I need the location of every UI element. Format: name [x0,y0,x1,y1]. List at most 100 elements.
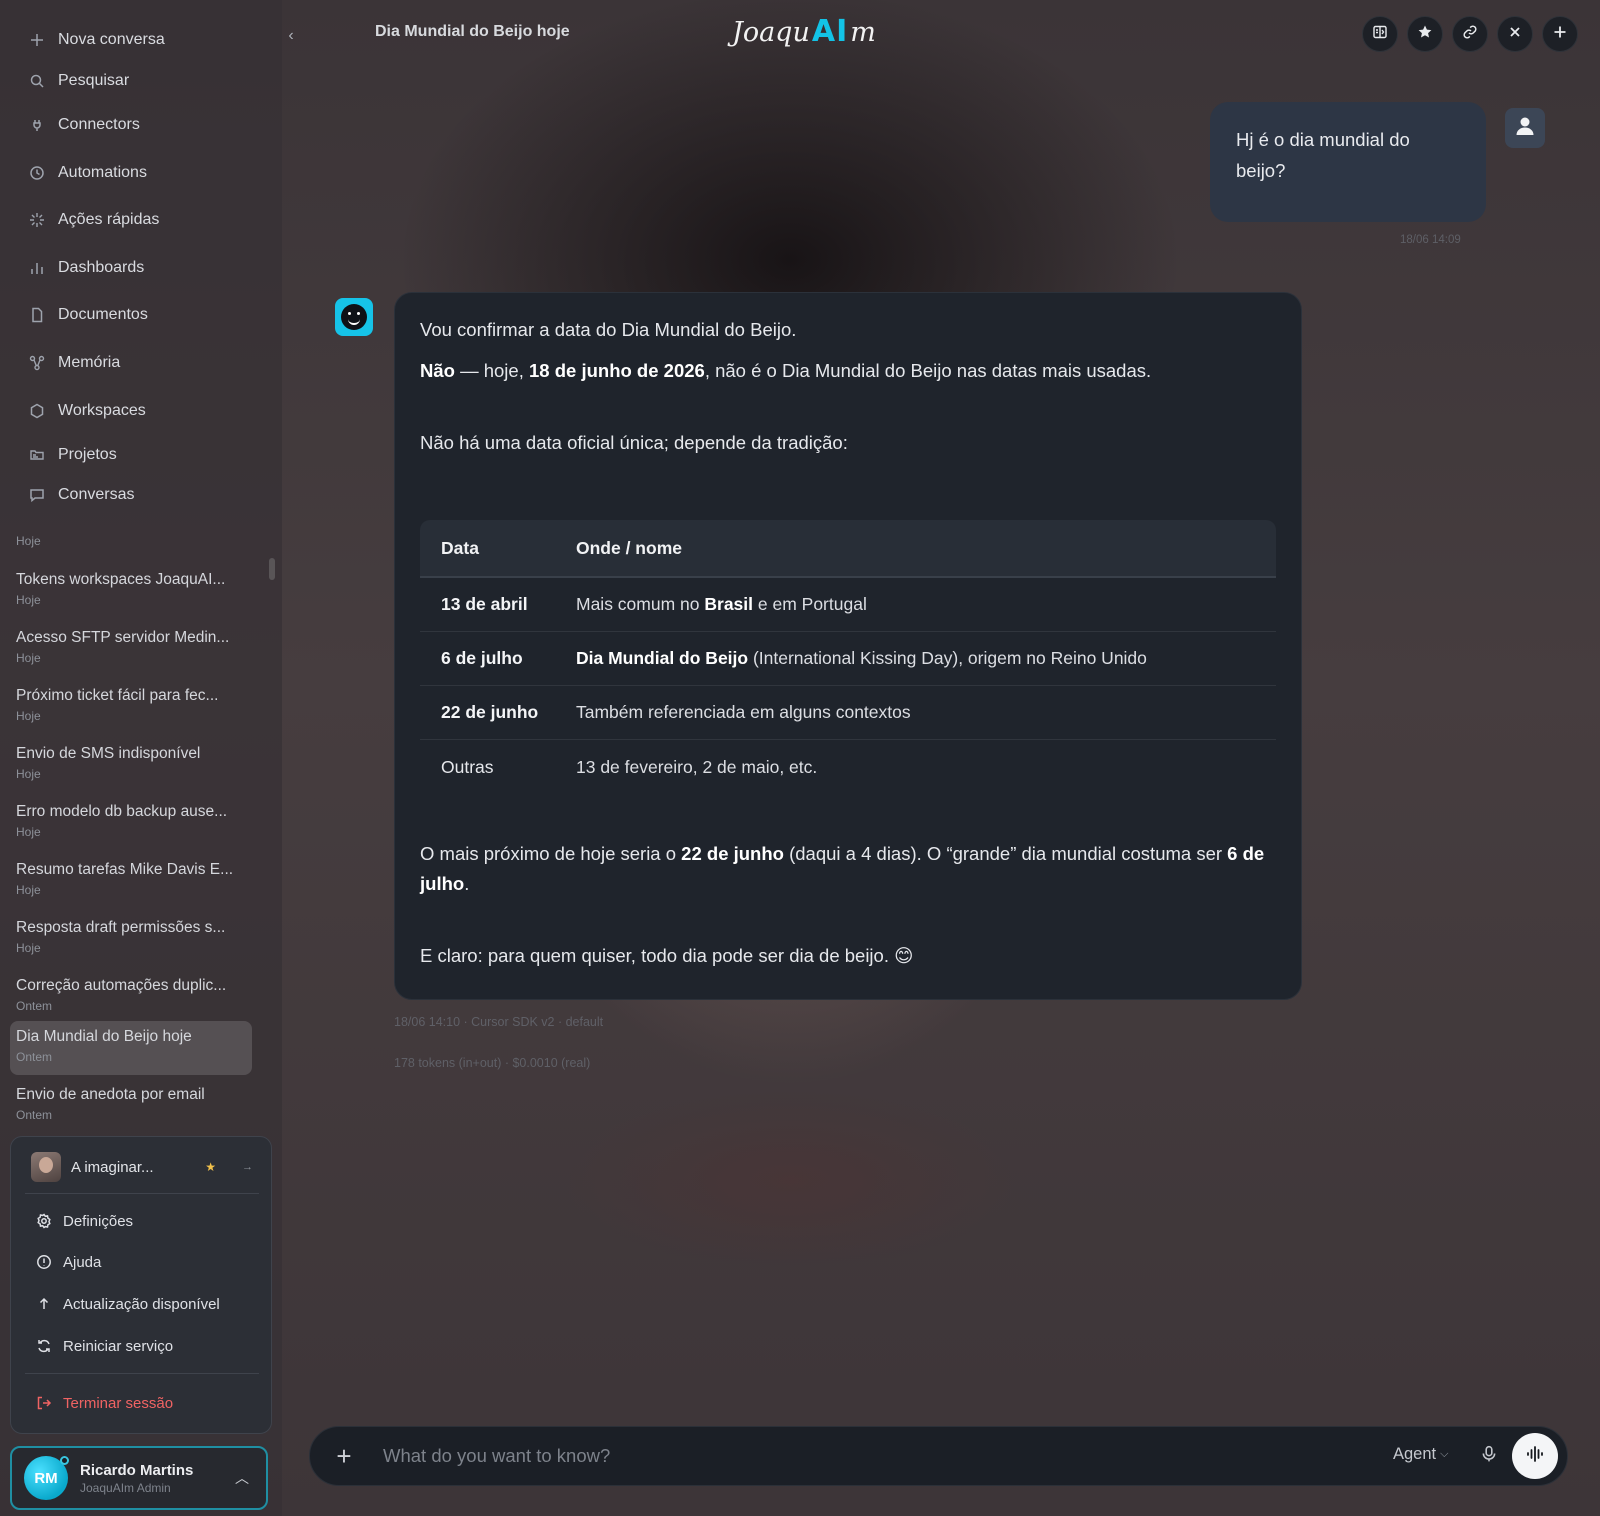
microphone-button[interactable] [1477,1444,1501,1468]
menu-divider [25,1193,259,1194]
section-label-today: Hoje [16,534,41,548]
nav-documents[interactable]: Documentos [28,301,148,329]
user-message-time: 18/06 14:09 [1400,234,1461,246]
dates-table: Data Onde / nome 13 de abril Mais comum … [420,520,1276,794]
nav-conversations[interactable]: Conversas [28,481,134,509]
agent-mode-select[interactable]: Agent ⌵ [1393,1445,1448,1464]
conversation-item[interactable]: Próximo ticket fácil para fec... Hoje [10,680,252,734]
sidebar-scrollbar[interactable] [269,558,275,580]
assistant-closing: E claro: para quem quiser, todo dia pode… [420,945,914,966]
plus-icon [1552,24,1568,45]
nav-dashboards[interactable]: Dashboards [28,254,144,282]
smile-icon [341,304,367,330]
restart-icon [35,1337,53,1355]
avatar: RM [24,1456,69,1500]
nav-automations[interactable]: Automations [28,159,147,187]
logout-icon [35,1394,53,1412]
close-icon [1507,24,1523,45]
menu-help[interactable]: Ajuda [35,1251,101,1273]
split-view-icon [1372,24,1388,45]
page-title: Dia Mundial do Beijo hoje [375,23,570,40]
nav-new-conversation[interactable]: Nova conversa [28,26,165,54]
collapse-sidebar-button[interactable]: ‹ [281,24,301,48]
menu-divider [25,1373,259,1374]
assistant-context: Não há uma data oficial única; depende d… [420,432,848,453]
conversation-item-active[interactable]: Dia Mundial do Beijo hoje Ontem [10,1021,252,1075]
online-indicator [60,1456,69,1465]
plug-icon [28,116,46,134]
share-link-button[interactable] [1452,16,1488,52]
assistant-closest: O mais próximo de hoje seria o 22 de jun… [420,843,1265,894]
chat-input[interactable] [383,1439,1283,1473]
chevron-up-icon[interactable]: ︿ [230,1468,254,1488]
menu-logout[interactable]: Terminar sessão [35,1392,173,1414]
assistant-message: Vou confirmar a data do Dia Mundial do B… [394,292,1302,1000]
assistant-answer: Não — hoje, 18 de junho de 2026, não é o… [420,360,1152,381]
bar-chart-icon [28,259,46,277]
star-icon [1417,24,1433,45]
graph-icon [28,354,46,372]
hexagon-icon [28,402,46,420]
user-info: Ricardo Martins JoaquAIm Admin [80,1462,230,1495]
help-icon [35,1253,53,1271]
plus-icon: + [336,1440,352,1471]
token-usage: 178 tokens (in+out) · $0.0010 (real) [394,1056,591,1070]
user-card[interactable]: RM Ricardo Martins JoaquAIm Admin ︿ [10,1446,268,1510]
table-row: Outras 13 de fevereiro, 2 de maio, etc. [441,756,818,777]
conversation-item[interactable]: Acesso SFTP servidor Medin... Hoje [10,622,252,676]
nav-memory[interactable]: Memória [28,349,120,377]
nav-workspaces[interactable]: Workspaces [28,397,146,425]
message-meta: 18/06 14:10 · Cursor SDK v2 · default [394,1015,604,1029]
settings-icon [35,1212,53,1230]
new-chat-button[interactable] [1542,16,1578,52]
user-avatar [1505,108,1545,148]
conversation-item[interactable]: Envio de anedota por email Ontem [10,1079,252,1133]
split-view-button[interactable] [1362,16,1398,52]
sidebar: Nova conversa Pesquisar Connectors Autom… [0,0,282,1516]
menu-update[interactable]: Actualização disponível [35,1293,220,1315]
nav-quick-actions[interactable]: Ações rápidas [28,206,159,234]
table-row: 13 de abril Mais comum no Brasil e em Po… [420,578,1276,632]
sparkle-icon [28,211,46,229]
user-message: Hj é o dia mundial do beijo? [1210,102,1486,222]
conversation-item[interactable]: Envio de SMS indisponível Hoje [10,738,252,792]
nav-connectors[interactable]: Connectors [28,111,140,139]
conversation-item[interactable]: Tokens workspaces JoaquAI... Hoje [10,564,252,618]
arrow-up-icon [35,1295,53,1313]
chevron-down-icon: ⌵ [1440,1448,1449,1460]
status-avatar [31,1152,61,1182]
menu-settings[interactable]: Definições [35,1210,133,1232]
conversation-item[interactable]: Erro modelo db backup ause... Hoje [10,796,252,850]
table-header: Data Onde / nome [420,520,1276,578]
status-row[interactable]: A imaginar... ★ → [31,1151,253,1183]
microphone-icon [1480,1445,1498,1468]
close-button[interactable] [1497,16,1533,52]
arrow-right-icon: → [242,1161,253,1173]
user-role: JoaquAIm Admin [80,1480,171,1495]
assistant-intro: Vou confirmar a data do Dia Mundial do B… [420,319,797,340]
clock-icon [28,164,46,182]
plus-icon [28,31,46,49]
star-icon: ★ [205,1160,216,1174]
app-logo: Joaqu AI m [732,14,876,49]
user-name: Ricardo Martins [80,1461,194,1479]
nav-search[interactable]: Pesquisar [28,67,129,95]
link-icon [1462,24,1478,45]
voice-mode-button[interactable] [1512,1433,1558,1479]
conversation-item[interactable]: Resposta draft permissões s... Hoje [10,912,252,966]
document-icon [28,306,46,324]
nav-projects[interactable]: Projetos [28,441,117,469]
menu-restart[interactable]: Reiniciar serviço [35,1335,173,1357]
assistant-avatar [335,298,373,336]
favorite-button[interactable] [1407,16,1443,52]
composer: + Agent⌵ [309,1426,1568,1486]
folder-icon [28,446,46,464]
waveform-icon [1525,1444,1545,1469]
conversation-item[interactable]: Resumo tarefas Mike Davis E... Hoje [10,854,252,908]
search-icon [28,72,46,90]
table-row: 22 de junho Também referenciada em algun… [420,686,1276,740]
table-row: 6 de julho Dia Mundial do Beijo (Interna… [420,632,1276,686]
attach-button[interactable]: + [329,1441,359,1471]
conversation-item[interactable]: Correção automações duplic... Ontem [10,970,252,1024]
account-menu: A imaginar... ★ → Definições Ajuda Actua… [10,1136,272,1434]
